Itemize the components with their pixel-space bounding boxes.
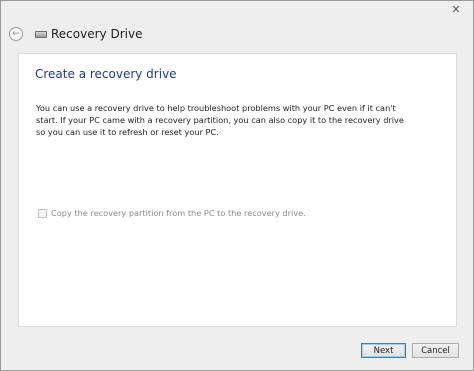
copy-partition-label: Copy the recovery partition from the PC … [51, 208, 306, 218]
back-arrow-icon: ← [12, 28, 20, 39]
copy-partition-checkbox[interactable] [38, 208, 47, 218]
description-text: You can use a recovery drive to help tro… [36, 103, 404, 137]
cancel-button[interactable]: Cancel [412, 343, 459, 358]
copy-partition-option: Copy the recovery partition from the PC … [38, 208, 306, 218]
page-heading: Create a recovery drive [35, 67, 177, 81]
drive-icon [35, 30, 47, 38]
titlebar: ← Recovery Drive [9, 23, 142, 45]
close-icon: ✕ [451, 2, 461, 16]
close-button[interactable]: ✕ [443, 1, 469, 17]
window-title: Recovery Drive [51, 27, 143, 41]
content-panel: Create a recovery drive You can use a re… [18, 53, 457, 327]
back-button[interactable]: ← [9, 27, 23, 41]
next-button[interactable]: Next [361, 343, 406, 358]
recovery-drive-window: ✕ ← Recovery Drive Create a recovery dri… [0, 0, 474, 371]
